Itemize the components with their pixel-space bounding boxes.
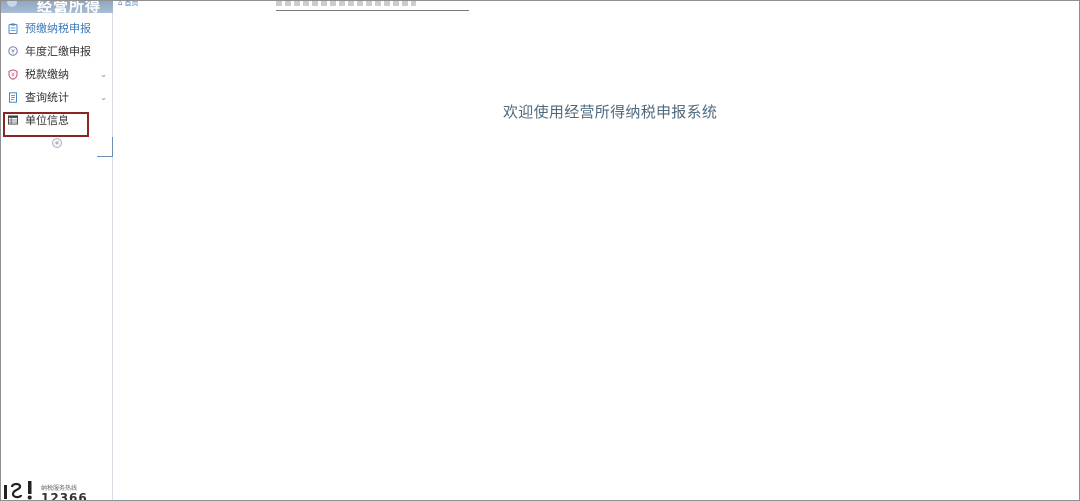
sidebar-item-label: 查询统计 [25, 91, 69, 104]
sidebar: 经营所得 预缴纳税申报 ¥ 年度汇缴申报 ¥ 税款缴纳 ⌄ 查询统计 ⌄ 单位信… [1, 1, 113, 500]
svg-text:¥: ¥ [11, 72, 15, 78]
scroll-edge-marker [112, 137, 113, 157]
svg-text:¥: ¥ [11, 48, 15, 55]
chevron-down-icon: ⌄ [100, 70, 107, 79]
sidebar-header: 经营所得 [1, 1, 113, 13]
scroll-edge-marker [97, 156, 113, 157]
sidebar-item-label: 预缴纳税申报 [25, 22, 91, 35]
sidebar-item-label: 税款缴纳 [25, 68, 69, 81]
sidebar-item-tax-payment[interactable]: ¥ 税款缴纳 ⌄ [1, 63, 113, 86]
sidebar-title: 经营所得 [37, 1, 102, 13]
sidebar-item-unit-info[interactable]: 单位信息 [1, 109, 113, 132]
coin-icon: ¥ [8, 46, 18, 56]
breadcrumb-home: 首页 [124, 0, 139, 7]
hotline-number: 12366 [41, 491, 88, 501]
chevron-down-icon: ⌄ [100, 93, 107, 102]
hotline-logo-icon [4, 481, 38, 500]
sidebar-item-label: 单位信息 [25, 114, 69, 127]
clipboard-icon [8, 23, 18, 34]
document-icon [8, 91, 18, 103]
table-icon [8, 115, 18, 125]
home-icon: ⌂ [118, 0, 123, 7]
cutoff-heading-fragment [276, 1, 416, 6]
collapse-sidebar-button[interactable]: « [52, 138, 62, 148]
breadcrumb[interactable]: ⌂ 首页 [118, 0, 139, 8]
sidebar-item-query-statistics[interactable]: 查询统计 ⌄ [1, 86, 113, 109]
sidebar-item-prepaid-declaration[interactable]: 预缴纳税申报 [1, 17, 113, 40]
welcome-message: 欢迎使用经营所得纳税申报系统 [503, 103, 718, 121]
sidebar-item-label: 年度汇缴申报 [25, 45, 91, 58]
app-window: 经营所得 预缴纳税申报 ¥ 年度汇缴申报 ¥ 税款缴纳 ⌄ 查询统计 ⌄ 单位信… [0, 0, 1080, 501]
shield-icon: ¥ [8, 68, 18, 80]
sidebar-item-annual-declaration[interactable]: ¥ 年度汇缴申报 [1, 40, 113, 63]
divider [276, 10, 469, 11]
app-logo-icon [7, 1, 17, 7]
service-hotline: 纳税服务热线 12366 [1, 479, 113, 501]
caret-down-icon [54, 9, 62, 13]
sidebar-menu: 预缴纳税申报 ¥ 年度汇缴申报 ¥ 税款缴纳 ⌄ 查询统计 ⌄ 单位信息 [1, 17, 113, 132]
